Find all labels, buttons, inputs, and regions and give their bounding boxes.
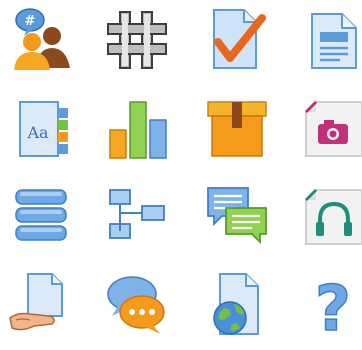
svg-text:#: #: [25, 14, 36, 29]
hash-grid-icon[interactable]: [104, 6, 170, 72]
bar-chart-icon[interactable]: [104, 96, 170, 162]
font-document-icon[interactable]: Aa: [8, 96, 74, 162]
package-box-icon[interactable]: [204, 96, 270, 162]
hand-document-icon[interactable]: [8, 272, 74, 338]
font-sample-label: Aa: [26, 123, 49, 142]
help-question-icon[interactable]: ?: [300, 272, 362, 338]
database-stack-icon[interactable]: [8, 184, 74, 250]
audio-file-icon[interactable]: [300, 184, 362, 250]
chat-bubbles-icon[interactable]: [204, 184, 270, 250]
icon-grid: # Aa ?: [0, 0, 362, 350]
image-file-icon[interactable]: [300, 96, 362, 162]
globe-document-icon[interactable]: [204, 272, 270, 338]
sitemap-icon[interactable]: [104, 184, 170, 250]
users-chat-icon[interactable]: #: [8, 6, 74, 72]
document-check-icon[interactable]: [204, 6, 270, 72]
speech-bubbles-dots-icon[interactable]: [104, 272, 170, 338]
document-text-icon[interactable]: [300, 6, 362, 72]
question-mark-label: ?: [315, 272, 351, 338]
